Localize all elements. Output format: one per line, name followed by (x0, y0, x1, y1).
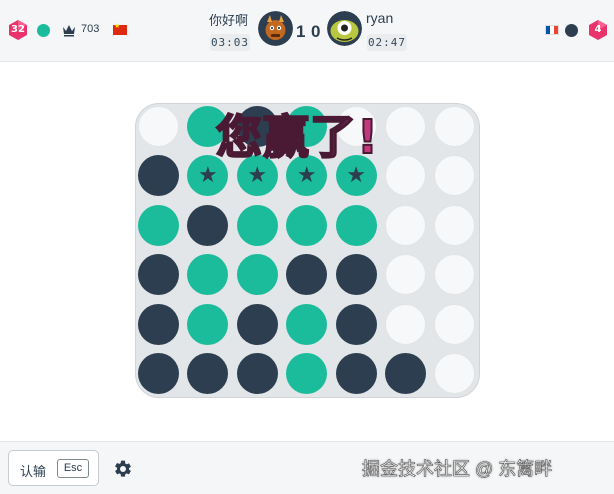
board-cell-r1-c6[interactable] (385, 106, 426, 147)
board-cell-r3-c4[interactable] (286, 204, 328, 246)
board-cell-r4-c2[interactable] (187, 254, 229, 296)
board-cell-r3-c2[interactable] (187, 204, 229, 246)
board-cell-r6-c6[interactable] (385, 353, 426, 394)
board-cell-r2-c1[interactable] (138, 155, 179, 197)
board-cell-r6-c7[interactable] (434, 353, 476, 394)
win-star-icon: ★ (296, 162, 317, 188)
watermark: 掘金技术社区 @ 东篱畔 (362, 459, 553, 480)
board-cell-r5-c3[interactable] (236, 303, 278, 345)
opponent-avatar[interactable] (327, 11, 362, 46)
board-cell-r6-c5[interactable] (335, 353, 377, 394)
esc-shortcut-key: Esc (57, 459, 89, 478)
crown-icon (63, 25, 75, 37)
board-cell-r4-c3[interactable] (236, 254, 278, 296)
bottom-bar: 认输 Esc 掘金技术社区 @ 东篱畔 (0, 441, 614, 494)
player-rating: 703 (81, 23, 100, 35)
board-cell-r4-c5[interactable] (335, 254, 377, 296)
board-cell-r4-c1[interactable] (138, 254, 179, 296)
resign-label: 认输 (20, 464, 47, 479)
board-cell-r3-c7[interactable] (434, 204, 476, 246)
opponent-level-badge: 4 (587, 19, 609, 41)
france-flag-icon (545, 25, 559, 35)
opponent-color-indicator (565, 24, 578, 37)
board-cell-r1-c1[interactable] (138, 106, 179, 147)
board-cell-r4-c6[interactable] (385, 254, 426, 296)
player-name: 你好啊 (209, 13, 249, 28)
player-level-badge: 32 (7, 19, 29, 41)
player-avatar[interactable] (258, 11, 293, 46)
board-cell-r5-c4[interactable] (286, 303, 328, 345)
opponent-level: 4 (594, 24, 602, 35)
board-cell-r6-c2[interactable] (187, 353, 229, 394)
player-score: 1 (296, 22, 306, 41)
board-cell-r4-c4[interactable] (286, 254, 328, 296)
player-color-indicator (37, 24, 50, 37)
opponent-clock: 02:47 (367, 34, 407, 51)
opponent-name: ryan (366, 10, 394, 26)
win-star-icon: ★ (247, 162, 268, 188)
win-message: 您赢了! (215, 109, 379, 165)
board-cell-r3-c3[interactable] (236, 204, 278, 246)
board-cell-r2-c6[interactable] (385, 155, 426, 197)
board-cell-r1-c7[interactable] (434, 106, 476, 147)
gear-icon[interactable] (113, 459, 133, 479)
board-cell-r3-c1[interactable] (138, 204, 179, 246)
board-cell-r2-c7[interactable] (434, 155, 476, 197)
board-cell-r3-c5[interactable] (335, 204, 377, 246)
resign-button[interactable]: 认输 Esc (8, 450, 99, 486)
top-bar: 32 703 你好啊 03:03 1 0 ryan 02 (0, 0, 614, 62)
board-cell-r6-c3[interactable] (236, 353, 278, 394)
board-cell-r5-c7[interactable] (434, 303, 476, 345)
board-cell-r5-c1[interactable] (138, 303, 179, 345)
opponent-score: 0 (311, 22, 321, 41)
board-cell-r5-c6[interactable] (385, 303, 426, 345)
china-flag-icon (113, 22, 127, 35)
win-star-icon: ★ (346, 162, 366, 188)
board-cell-r4-c7[interactable] (434, 254, 476, 296)
board-cell-r6-c1[interactable] (138, 353, 179, 394)
player-level: 32 (11, 24, 25, 35)
board-cell-r6-c4[interactable] (286, 353, 328, 394)
board-cell-r3-c6[interactable] (385, 204, 426, 246)
player-clock: 03:03 (210, 34, 250, 51)
board-cell-r5-c2[interactable] (187, 303, 229, 345)
board-cell-r5-c5[interactable] (335, 303, 377, 345)
win-star-icon: ★ (198, 162, 218, 188)
